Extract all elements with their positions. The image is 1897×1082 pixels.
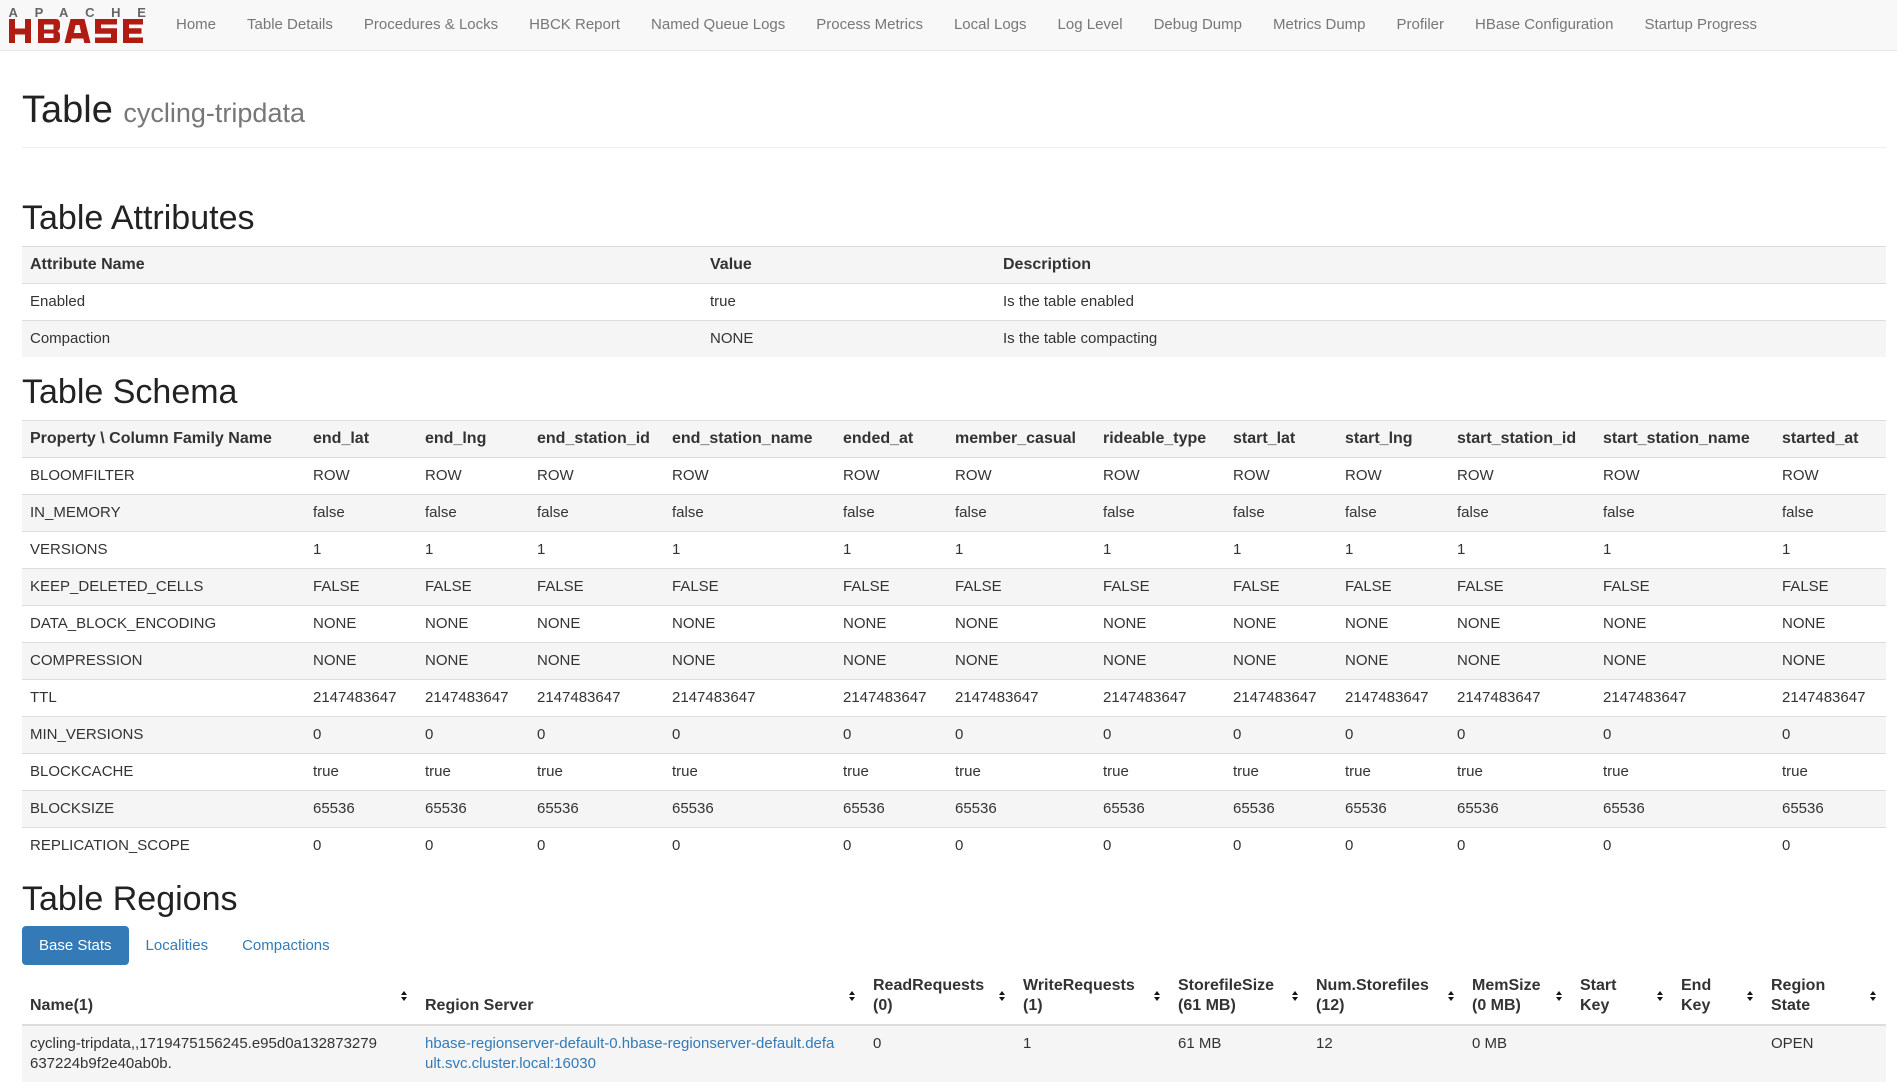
svg-text:APACHE: APACHE	[9, 7, 161, 20]
